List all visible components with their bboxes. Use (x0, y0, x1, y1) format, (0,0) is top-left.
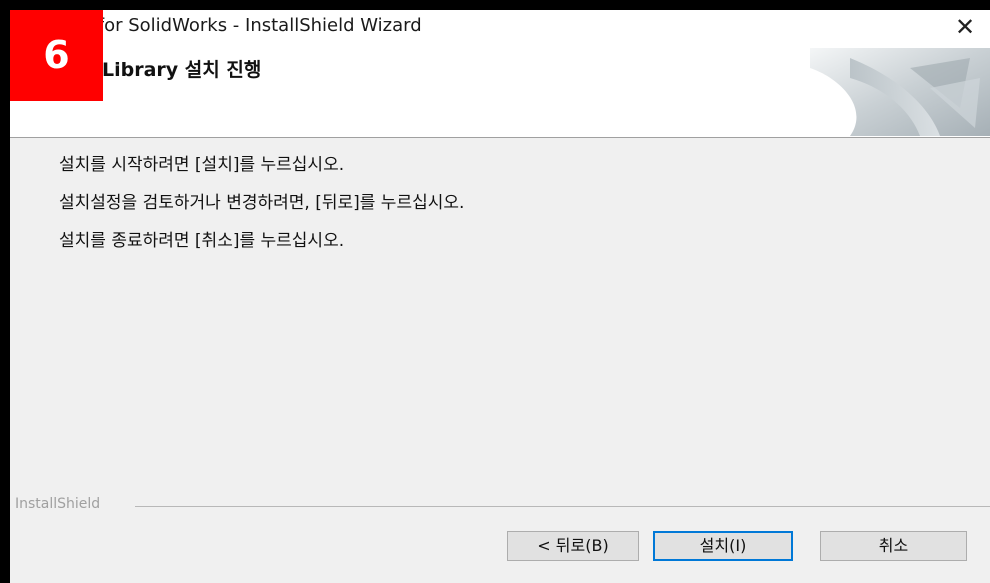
instruction-line: 설치를 종료하려면 [취소]를 누르십시오. (59, 231, 345, 251)
step-number-badge: 6 (10, 10, 103, 101)
cancel-button[interactable]: 취소 (820, 531, 967, 561)
step-title: Library 설치 진행 (102, 59, 262, 81)
folded-paper-icon (810, 48, 990, 136)
instruction-line: 설치설정을 검토하거나 변경하려면, [뒤로]를 누르십시오. (59, 193, 465, 213)
installshield-brand: InstallShield (15, 496, 101, 512)
window-title: ry for SolidWorks - InstallShield Wizard (74, 15, 422, 36)
screenshot-frame: ry for SolidWorks - InstallShield Wizard… (0, 0, 990, 583)
installer-window: ry for SolidWorks - InstallShield Wizard… (10, 10, 990, 583)
close-button[interactable]: ✕ (950, 12, 980, 42)
back-button[interactable]: < 뒤로(B) (507, 531, 639, 561)
close-icon: ✕ (954, 13, 976, 41)
instruction-line: 설치를 시작하려면 [설치]를 누르십시오. (59, 155, 345, 175)
wizard-body: 설치를 시작하려면 [설치]를 누르십시오. 설치설정을 검토하거나 변경하려면… (10, 138, 990, 498)
install-button[interactable]: 설치(I) (653, 531, 793, 561)
wizard-header: ry for SolidWorks - InstallShield Wizard… (10, 10, 990, 138)
footer-divider (135, 506, 990, 507)
